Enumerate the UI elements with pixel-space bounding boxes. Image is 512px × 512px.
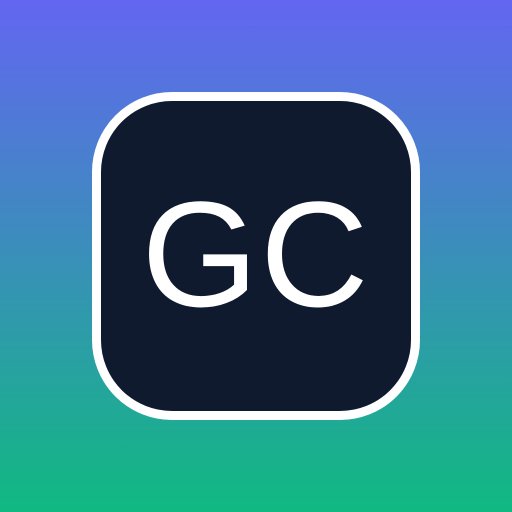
app-icon-canvas: GC	[0, 0, 512, 512]
app-icon-monogram: GC	[141, 170, 371, 338]
app-icon-tile: GC	[92, 92, 420, 420]
